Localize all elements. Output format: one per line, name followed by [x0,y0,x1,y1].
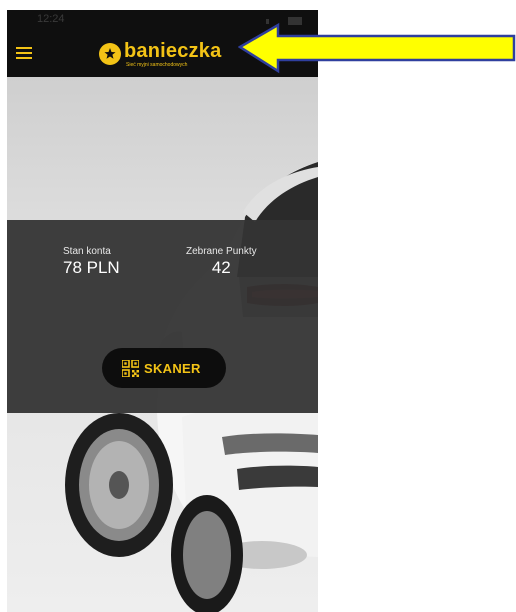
scan-button-label: SKANER [144,361,201,376]
logo-tagline: Sieć myjni samochodowych [126,62,188,68]
points-value: 42 [211,258,231,277]
screenshot-page: 12:24 banieczka Sieć myjni samochodowych [0,0,516,612]
brand-logo[interactable]: banieczka Sieć myjni samochodowych [99,40,229,71]
hamburger-menu-icon[interactable] [16,47,32,59]
qr-code-icon [122,360,139,377]
balance-stat: Stan konta 78 PLN [63,246,120,278]
balance-label: Stan konta [63,246,111,257]
account-info-panel: Stan konta 78 PLN Zebrane Punkty 42 SKAN… [7,220,318,413]
logo-badge-icon [99,43,121,65]
points-stat: Zebrane Punkty 42 [186,246,257,278]
scan-button[interactable]: SKANER [102,348,226,388]
balance-value: 78 PLN [63,258,120,277]
status-time: 12:24 [37,13,65,25]
annotation-arrow-icon [238,22,516,74]
phone-screen: 12:24 banieczka Sieć myjni samochodowych [7,10,318,612]
points-label: Zebrane Punkty [186,246,257,257]
logo-name: banieczka [124,40,222,62]
